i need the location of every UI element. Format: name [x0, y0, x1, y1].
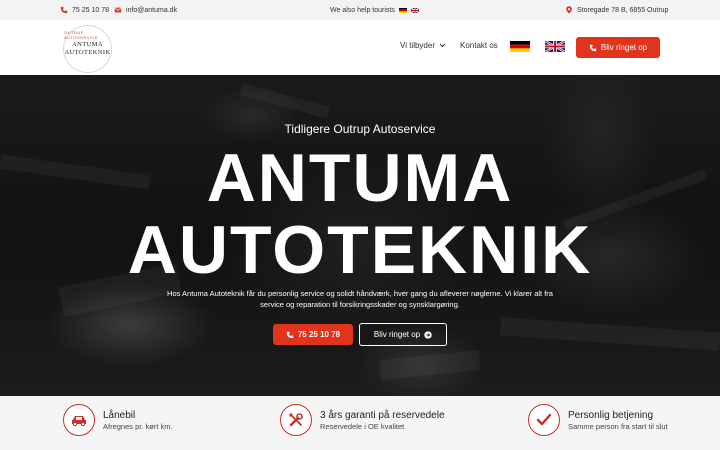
- hero-title-line2: AUTOTEKNIK: [127, 212, 593, 288]
- hero-description: Hos Antuma Autoteknik får du personlig s…: [167, 289, 553, 309]
- hero-callback-label: Bliv ringet op: [373, 330, 421, 339]
- car-icon: [63, 404, 95, 436]
- site-logo[interactable]: OUTRUP AUTOSERVICE ANTUMA AUTOTEKNIK: [63, 25, 112, 73]
- topbar-tourists: We also help tourists: [330, 0, 419, 20]
- nav-contact[interactable]: Kontakt os: [460, 41, 498, 50]
- feature-warranty: 3 års garanti på reservedele Reservedele…: [280, 404, 445, 436]
- topbar-phone-text: 75 25 10 78: [72, 6, 109, 14]
- uk-flag-mini-icon[interactable]: [410, 7, 419, 13]
- envelope-icon: [114, 7, 122, 13]
- nav-services[interactable]: Vi tilbyder: [400, 41, 446, 50]
- topbar-email-text: info@antuma.dk: [126, 6, 178, 14]
- header-callback-label: Bliv ringet op: [600, 43, 648, 52]
- german-flag-icon[interactable]: [510, 41, 530, 52]
- hero-callback-button[interactable]: Bliv ringet op: [359, 323, 447, 346]
- tools-icon: [280, 404, 312, 436]
- feature-subtitle: Reservedele i OE kvalitet: [320, 421, 405, 431]
- feature-subtitle: Afregnes pr. kørt km.: [103, 421, 173, 431]
- hero-subtitle: Tidligere Outrup Autoservice: [284, 122, 436, 136]
- feature-title: Lånebil: [103, 409, 136, 421]
- header-callback-button[interactable]: Bliv ringet op: [576, 37, 660, 58]
- check-icon: [528, 404, 560, 436]
- hero-phone-label: 75 25 10 78: [297, 330, 341, 339]
- map-pin-icon: [566, 6, 572, 14]
- phone-icon: [286, 331, 294, 338]
- features-strip: Lånebil Afregnes pr. kørt km. 3 års gara…: [0, 396, 720, 450]
- arrow-right-circle-icon: [424, 330, 432, 339]
- hero-section: Tidligere Outrup Autoservice ANTUMA AUTO…: [0, 75, 720, 396]
- nav-services-label: Vi tilbyder: [400, 41, 435, 50]
- german-flag-mini-icon[interactable]: [398, 7, 407, 13]
- logo-arc-text: OUTRUP AUTOSERVICE: [64, 30, 99, 40]
- feature-personal-service: Personlig betjening Samme person fra sta…: [528, 404, 668, 436]
- topbar-email[interactable]: info@antuma.dk: [114, 0, 177, 20]
- chevron-down-icon: [439, 43, 446, 48]
- logo-line1: ANTUMA: [72, 41, 103, 48]
- hero-title-line1: ANTUMA: [206, 140, 514, 216]
- uk-flag-icon[interactable]: [545, 41, 565, 52]
- feature-title: Personlig betjening: [568, 409, 654, 421]
- topbar-address-text: Storegade 78 B, 6855 Outrup: [577, 6, 669, 14]
- topbar-phone[interactable]: 75 25 10 78: [60, 0, 109, 20]
- top-info-bar: 75 25 10 78 info@antuma.dk We also help …: [0, 0, 720, 20]
- phone-icon: [589, 44, 597, 51]
- feature-subtitle: Samme person fra start til slut: [568, 421, 668, 431]
- hero-phone-button[interactable]: 75 25 10 78: [273, 324, 353, 345]
- topbar-tourists-text: We also help tourists: [330, 6, 395, 14]
- logo-line2: AUTOTEKNIK: [64, 49, 111, 56]
- phone-icon: [60, 6, 68, 14]
- topbar-address[interactable]: Storegade 78 B, 6855 Outrup: [565, 0, 668, 20]
- feature-loan-car: Lånebil Afregnes pr. kørt km.: [63, 404, 173, 436]
- feature-title: 3 års garanti på reservedele: [320, 409, 445, 421]
- nav-contact-label: Kontakt os: [460, 41, 498, 50]
